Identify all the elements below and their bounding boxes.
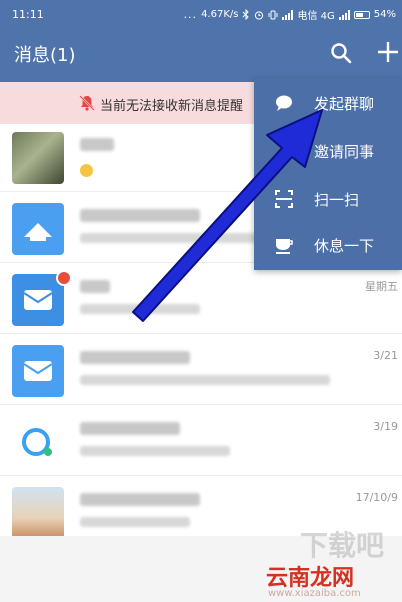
chat-row[interactable]: 星期五 — [0, 266, 402, 334]
menu-item-start-group-chat[interactable]: 发起群聊 — [254, 80, 402, 126]
scan-icon — [275, 190, 293, 208]
avatar — [12, 132, 64, 184]
status-time: 11:11 — [12, 8, 44, 21]
search-icon[interactable] — [330, 42, 352, 64]
bluetooth-icon — [243, 9, 250, 20]
unread-badge — [56, 270, 72, 286]
coffee-cup-icon — [276, 239, 293, 254]
chat-preview-redacted — [80, 233, 280, 243]
battery-level: 54% — [373, 9, 396, 20]
emoji-icon — [80, 164, 93, 177]
mail-icon — [23, 361, 53, 381]
chat-name-redacted — [80, 422, 180, 435]
chat-name-redacted — [80, 280, 110, 293]
signal-4g-icon — [338, 9, 350, 20]
menu-label: 休息一下 — [314, 237, 375, 255]
popup-menu: 发起群聊 邀请同事 扫一扫 休息一下 — [254, 78, 402, 270]
chat-bubble-icon — [276, 95, 292, 111]
chat-preview-redacted — [80, 304, 200, 314]
chat-name-redacted — [80, 209, 200, 222]
title-bar: 消息(1) — [0, 28, 402, 82]
avatar — [12, 416, 64, 468]
plus-icon[interactable] — [376, 40, 400, 64]
menu-label: 发起群聊 — [314, 95, 375, 113]
status-bar: 11:11 ... 4.67K/s 电信 4G 54% — [0, 0, 402, 28]
carrier-label: 电信 4G — [297, 11, 335, 22]
chat-name-redacted — [80, 351, 190, 364]
chat-preview-redacted — [80, 446, 230, 456]
avatar — [12, 345, 64, 397]
chat-name-redacted — [80, 138, 114, 151]
avatar — [12, 203, 64, 255]
menu-label: 邀请同事 — [314, 143, 375, 161]
bell-off-icon — [79, 95, 95, 111]
chat-preview-redacted — [80, 375, 330, 385]
watermark-url: www.xiazaiba.com — [268, 588, 361, 599]
status-dots: ... — [183, 8, 198, 21]
menu-item-take-a-break[interactable]: 休息一下 — [254, 222, 402, 268]
chat-row[interactable]: 3/19 — [0, 408, 402, 476]
avatar — [12, 487, 64, 539]
chat-time: 3/21 — [373, 349, 398, 362]
chat-name-redacted — [80, 493, 200, 506]
chat-time: 星期五 — [365, 280, 398, 293]
alarm-icon — [255, 10, 264, 20]
vibrate-icon — [268, 10, 278, 19]
chat-preview-redacted — [80, 517, 190, 527]
status-indicators: ... 4.67K/s 电信 4G 54% — [184, 7, 396, 22]
network-speed: 4.67K/s — [201, 9, 239, 20]
app-header: 11:11 ... 4.67K/s 电信 4G 54% 消息(1) — [0, 0, 402, 82]
menu-label: 扫一扫 — [314, 191, 360, 209]
chat-logo-icon — [22, 428, 52, 456]
menu-item-scan[interactable]: 扫一扫 — [254, 176, 402, 222]
notice-text: 当前无法接收新消息提醒 — [100, 99, 244, 114]
battery-icon — [353, 10, 370, 19]
chat-time: 3/19 — [373, 420, 398, 433]
page-title: 消息(1) — [14, 45, 76, 66]
menu-item-invite-colleague[interactable]: 邀请同事 — [254, 128, 402, 174]
watermark-top: 下载吧 — [300, 529, 385, 562]
chat-row[interactable]: 3/21 — [0, 337, 402, 405]
chat-time: 17/10/9 — [355, 491, 398, 504]
signal-icon — [282, 9, 294, 20]
building-icon — [24, 223, 52, 241]
